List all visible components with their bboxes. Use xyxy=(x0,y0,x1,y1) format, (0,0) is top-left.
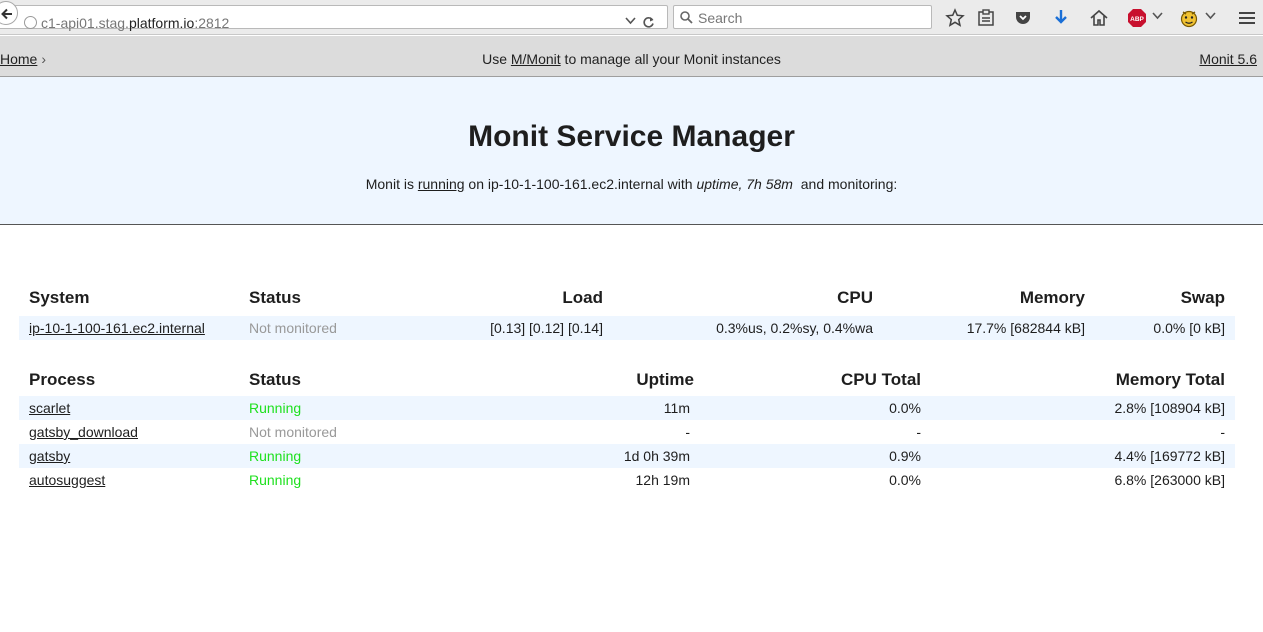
system-table: System Status Load CPU Memory Swap ip-10… xyxy=(19,286,1235,340)
status-text: Running xyxy=(249,400,302,416)
column-header: Uptime xyxy=(636,370,694,389)
greasemonkey-icon[interactable] xyxy=(1179,8,1199,28)
svg-text:ABP: ABP xyxy=(1130,16,1144,23)
reading-list-icon[interactable] xyxy=(976,8,996,28)
cpu-value: 0.3%us, 0.2%sy, 0.4%wa xyxy=(716,320,873,336)
version-link[interactable]: Monit 5.6 xyxy=(1199,51,1257,67)
chevron-down-icon[interactable] xyxy=(625,17,636,25)
memory-total-value: - xyxy=(1220,424,1225,440)
process-link[interactable]: autosuggest xyxy=(29,472,105,488)
running-link[interactable]: running xyxy=(418,176,465,192)
load-value: [0.13] [0.12] [0.14] xyxy=(490,320,603,336)
chevron-down-icon[interactable] xyxy=(1152,12,1163,20)
uptime-value: 12h 19m xyxy=(635,472,690,488)
memory-value: 17.7% [682844 kB] xyxy=(966,320,1085,336)
bookmark-star-icon[interactable] xyxy=(945,8,965,28)
memory-total-value: 4.4% [169772 kB] xyxy=(1114,448,1225,464)
download-icon[interactable] xyxy=(1051,8,1071,28)
column-header: System xyxy=(29,288,90,307)
hero-banner: Monit Service Manager Monit is running o… xyxy=(0,77,1263,225)
memory-total-value: 2.8% [108904 kB] xyxy=(1114,400,1225,416)
reload-icon[interactable] xyxy=(642,16,655,29)
url-text[interactable]: c1-api01.stag.platform.io:2812 xyxy=(41,15,229,31)
status-text: Running xyxy=(249,472,302,488)
process-link[interactable]: gatsby xyxy=(29,448,70,464)
column-header: CPU Total xyxy=(841,370,921,389)
table-row: gatsby_download Not monitored - - - xyxy=(19,420,1235,444)
status-text: Running xyxy=(249,448,302,464)
mmonit-link[interactable]: M/Monit xyxy=(511,51,561,67)
back-arrow-icon xyxy=(1,8,12,20)
search-bar[interactable]: Search xyxy=(673,5,932,29)
cpu-total-value: 0.0% xyxy=(889,400,921,416)
table-header: System Status Load CPU Memory Swap xyxy=(19,286,1235,310)
search-input[interactable]: Search xyxy=(698,10,742,26)
column-header: Swap xyxy=(1180,288,1225,307)
column-header: Memory xyxy=(1019,288,1085,307)
table-header: Process Status Uptime CPU Total Memory T… xyxy=(19,368,1235,392)
column-header: Load xyxy=(562,288,603,307)
mmonit-message: Use M/Monit to manage all your Monit ins… xyxy=(482,51,781,67)
process-table: Process Status Uptime CPU Total Memory T… xyxy=(19,368,1235,492)
chevron-down-icon[interactable] xyxy=(1205,12,1216,20)
browser-toolbar: c1-api01.stag.platform.io:2812 Search AB… xyxy=(0,0,1263,35)
uptime-value: 11m xyxy=(663,400,690,416)
system-link[interactable]: ip-10-1-100-161.ec2.internal xyxy=(29,320,205,336)
cpu-total-value: - xyxy=(916,424,921,440)
process-link[interactable]: scarlet xyxy=(29,400,70,416)
table-row: autosuggest Running 12h 19m 0.0% 6.8% [2… xyxy=(19,468,1235,492)
url-bar[interactable]: c1-api01.stag.platform.io:2812 xyxy=(0,5,668,31)
column-header: Process xyxy=(29,370,96,389)
status-line: Monit is running on ip-10-1-100-161.ec2.… xyxy=(365,176,898,192)
memory-total-value: 6.8% [263000 kB] xyxy=(1114,472,1225,488)
cpu-total-value: 0.9% xyxy=(889,448,921,464)
status-text: Not monitored xyxy=(249,320,337,336)
column-header: Status xyxy=(249,370,301,389)
site-info-icon[interactable] xyxy=(24,16,37,29)
table-row: scarlet Running 11m 0.0% 2.8% [108904 kB… xyxy=(19,396,1235,420)
status-text: Not monitored xyxy=(249,424,337,440)
column-header: Status xyxy=(249,288,301,307)
column-header: CPU xyxy=(837,288,873,307)
home-icon[interactable] xyxy=(1089,8,1109,28)
swap-value: 0.0% [0 kB] xyxy=(1153,320,1225,336)
uptime-value: 1d 0h 39m xyxy=(623,448,690,464)
process-link[interactable]: gatsby_download xyxy=(29,424,138,440)
column-header: Memory Total xyxy=(1115,370,1225,389)
top-nav: Home › Use M/Monit to manage all your Mon… xyxy=(0,36,1263,77)
page-title: Monit Service Manager xyxy=(468,120,795,153)
uptime-value: - xyxy=(685,424,690,440)
search-icon xyxy=(680,11,693,24)
pocket-icon[interactable] xyxy=(1013,8,1033,28)
table-row: gatsby Running 1d 0h 39m 0.9% 4.4% [1697… xyxy=(19,444,1235,468)
adblock-icon[interactable]: ABP xyxy=(1127,8,1147,28)
table-row: ip-10-1-100-161.ec2.internal Not monitor… xyxy=(19,316,1235,340)
menu-icon[interactable] xyxy=(1237,8,1257,28)
cpu-total-value: 0.0% xyxy=(889,472,921,488)
